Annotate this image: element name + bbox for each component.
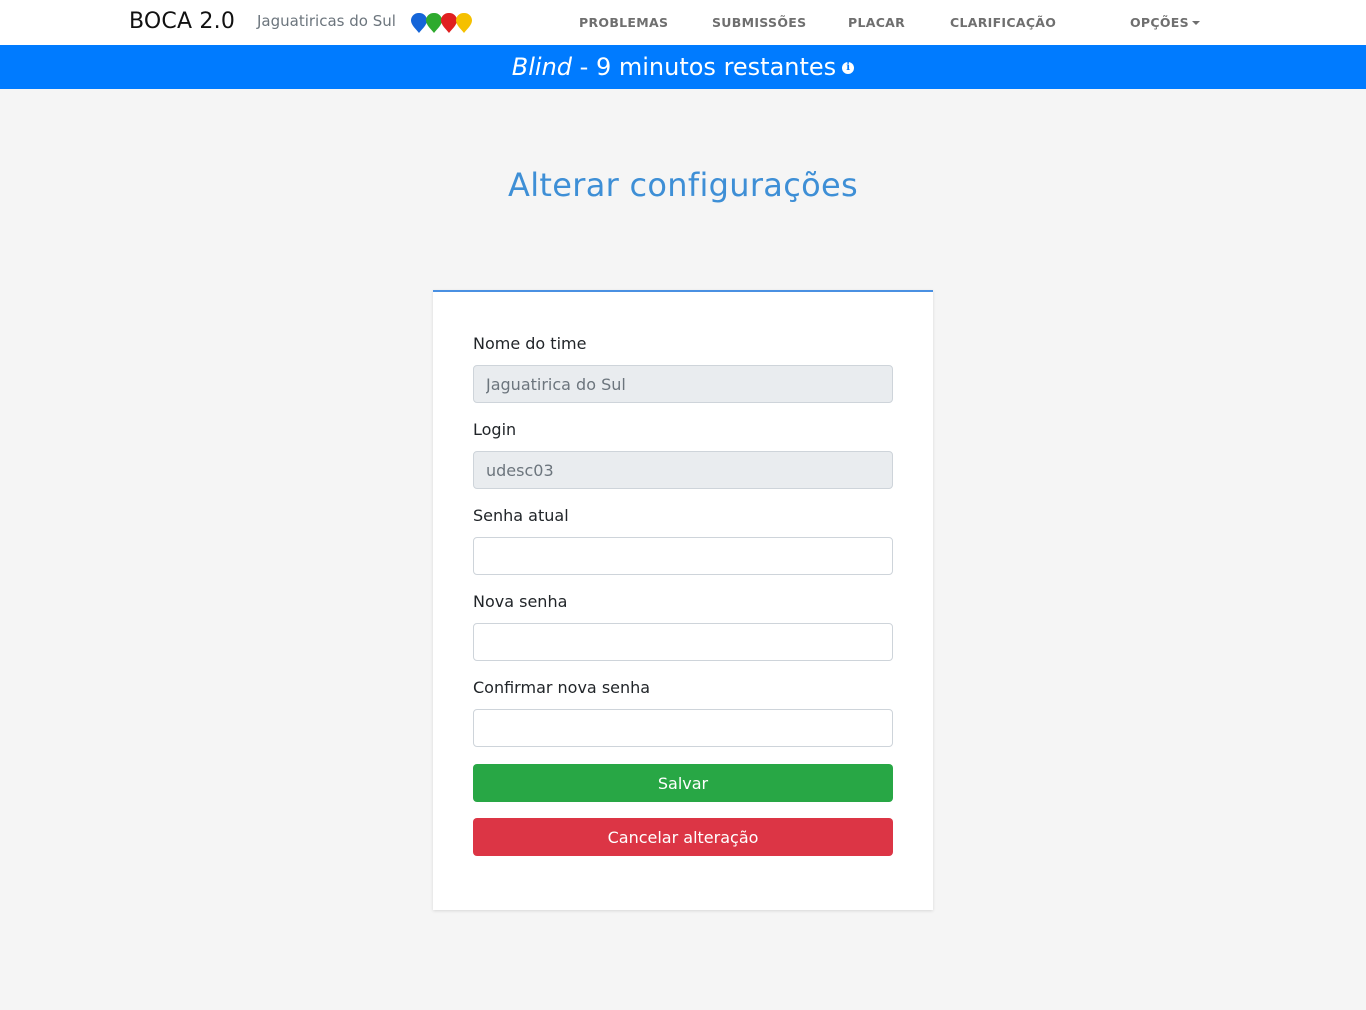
team-name-label: Nome do time bbox=[473, 334, 587, 353]
new-password-label: Nova senha bbox=[473, 592, 568, 611]
balloon-green-icon bbox=[426, 13, 442, 33]
current-password-label: Senha atual bbox=[473, 506, 569, 525]
balloon-blue-icon bbox=[411, 13, 427, 33]
remaining-time: 9 minutos restantes bbox=[595, 53, 837, 81]
nav-placar[interactable]: PLACAR bbox=[848, 15, 905, 30]
brand-logo[interactable]: BOCA 2.0 bbox=[129, 9, 235, 34]
balloon-yellow-icon bbox=[456, 13, 472, 33]
banner-separator: - bbox=[572, 53, 596, 81]
nav-opcoes-label: OPÇÕES bbox=[1130, 15, 1189, 30]
current-password-field[interactable] bbox=[473, 537, 893, 575]
caret-down-icon bbox=[1191, 21, 1200, 25]
balloons-icon bbox=[411, 13, 472, 33]
settings-form-card: Nome do time Login Senha atual Nova senh… bbox=[433, 290, 933, 910]
new-password-field[interactable] bbox=[473, 623, 893, 661]
time-remaining-banner: Blind - 9 minutos restantes i bbox=[0, 45, 1366, 89]
nav-problemas[interactable]: PROBLEMAS bbox=[579, 15, 668, 30]
balloon-red-icon bbox=[441, 13, 457, 33]
login-field[interactable] bbox=[473, 451, 893, 489]
team-name: Jaguatiricas do Sul bbox=[257, 12, 396, 30]
mode-label: Blind bbox=[511, 53, 573, 81]
team-name-field[interactable] bbox=[473, 365, 893, 403]
nav-submissoes[interactable]: SUBMISSÕES bbox=[712, 15, 806, 30]
confirm-password-field[interactable] bbox=[473, 709, 893, 747]
nav-opcoes-dropdown[interactable]: OPÇÕES bbox=[1130, 15, 1200, 30]
top-navbar: BOCA 2.0 Jaguatiricas do Sul PROBLEMAS S… bbox=[0, 0, 1366, 45]
save-button[interactable]: Salvar bbox=[473, 764, 893, 802]
page-title: Alterar configurações bbox=[508, 166, 858, 204]
nav-clarificacao[interactable]: CLARIFICAÇÃO bbox=[950, 15, 1056, 30]
confirm-password-label: Confirmar nova senha bbox=[473, 678, 651, 697]
login-label: Login bbox=[473, 420, 517, 439]
info-icon[interactable]: i bbox=[842, 62, 855, 74]
cancel-button[interactable]: Cancelar alteração bbox=[473, 818, 893, 856]
